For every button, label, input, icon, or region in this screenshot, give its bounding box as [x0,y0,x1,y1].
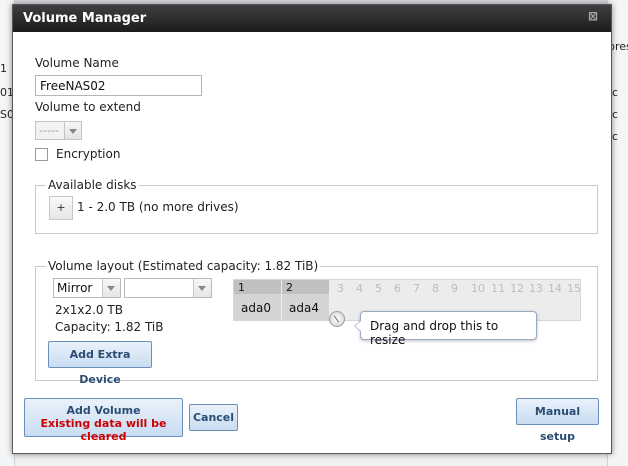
background-text: c [612,130,619,143]
layout-geometry: 2x1x2.0 TB [55,303,123,317]
add-disk-button[interactable]: + [49,196,73,220]
volume-name-input[interactable] [35,75,202,96]
grid-column-number: 2 [286,281,293,294]
chevron-down-icon [193,279,211,297]
background-text: c [612,86,619,99]
volume-to-extend-label: Volume to extend [35,100,141,114]
encryption-label: Encryption [56,147,121,161]
disk-group-label: 1 - 2.0 TB (no more drives) [77,200,239,214]
background-text: c [612,108,619,121]
manual-setup-button[interactable]: Manual setup [516,398,599,443]
add-volume-button[interactable]: Add Volume Existing data will be cleared [24,398,183,443]
volume-layout-legend: Volume layout (Estimated capacity: 1.82 … [48,259,319,273]
layout-type-select[interactable]: Mirror [53,278,121,298]
volume-to-extend-value: ----- [39,124,59,137]
close-icon[interactable]: ⊠ [587,10,599,22]
volume-manager-dialog: Volume Manager ⊠ Volume Name Volume to e… [12,4,612,454]
resize-tooltip: Drag and drop this to resize [354,311,537,347]
grid-column-inactive: 15 [567,282,581,295]
dialog-title: Volume Manager [23,11,147,26]
cancel-button[interactable]: Cancel [189,404,238,431]
add-volume-warning: Existing data will be cleared [40,417,167,443]
chevron-down-icon [102,279,120,297]
available-disks-legend: Available disks [48,178,137,192]
layout-secondary-select[interactable] [124,278,212,298]
add-extra-device-button[interactable]: Add Extra Device [48,341,152,386]
resize-handle-icon[interactable] [329,311,345,327]
grid-disk-label: ada0 [241,301,271,315]
grid-column-selected[interactable]: 1 ada0 [234,280,281,320]
grid-disk-label: ada4 [289,301,319,315]
layout-type-value: Mirror [57,281,93,295]
background-text: 1 [0,62,7,75]
volume-name-label: Volume Name [35,56,119,70]
volume-to-extend-select[interactable]: ----- [35,121,82,140]
grid-column-selected[interactable]: 2 ada4 [282,280,329,320]
dialog-titlebar[interactable]: Volume Manager ⊠ [13,5,611,32]
grid-column-inactive: 14 [548,282,562,295]
encryption-checkbox[interactable] [35,148,48,161]
layout-capacity: Capacity: 1.82 TiB [55,320,164,334]
grid-column-number: 1 [238,281,245,294]
chevron-down-icon [64,122,81,139]
add-volume-label: Add Volume [66,404,141,417]
